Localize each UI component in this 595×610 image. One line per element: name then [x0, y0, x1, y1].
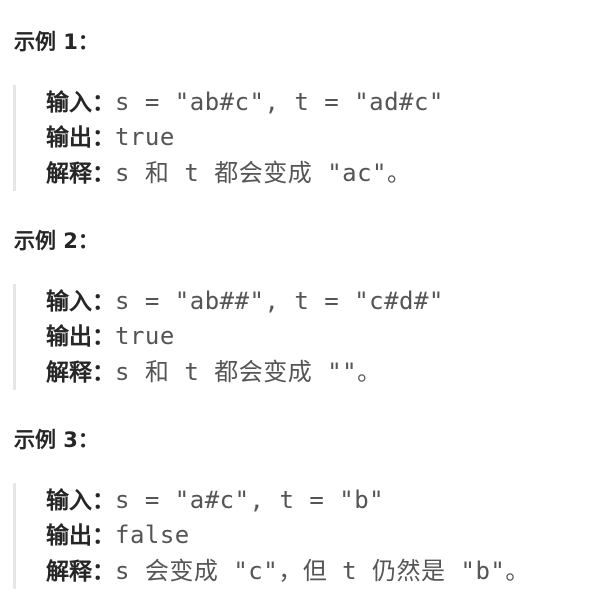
output-line: 输出：false [46, 518, 190, 552]
explanation-label: 解释： [46, 360, 115, 386]
explanation-label: 解释： [46, 559, 115, 585]
input-line: 输入：s = "ab#c", t = "ad#c" [46, 85, 444, 119]
output-line: 输出：true [46, 319, 175, 353]
input-line: 输入：s = "ab##", t = "c#d#" [46, 284, 444, 318]
output-value: true [115, 123, 175, 151]
explanation-label: 解释： [46, 161, 115, 187]
input-label: 输入： [46, 90, 115, 116]
input-value: s = "a#c", t = "b" [115, 486, 385, 514]
output-label: 输出： [46, 523, 115, 549]
explanation-value: s 和 t 都会变成 ""。 [115, 358, 382, 386]
output-value: false [115, 521, 190, 549]
input-label: 输入： [46, 488, 115, 514]
explanation-line: 解释：s 和 t 都会变成 "ac"。 [46, 156, 412, 190]
input-line: 输入：s = "a#c", t = "b" [46, 483, 384, 517]
output-label: 输出： [46, 125, 115, 151]
input-value: s = "ab#c", t = "ad#c" [115, 88, 444, 116]
explanation-line: 解释：s 会变成 "c"，但 t 仍然是 "b"。 [46, 554, 530, 588]
input-label: 输入： [46, 289, 115, 315]
output-line: 输出：true [46, 120, 175, 154]
input-value: s = "ab##", t = "c#d#" [115, 287, 444, 315]
explanation-value: s 和 t 都会变成 "ac"。 [115, 159, 412, 187]
output-value: true [115, 322, 175, 350]
example-title: 示例 3： [14, 428, 99, 452]
example-title: 示例 2： [14, 229, 99, 253]
explanation-line: 解释：s 和 t 都会变成 ""。 [46, 355, 382, 389]
example-title: 示例 1： [14, 30, 99, 54]
output-label: 输出： [46, 324, 115, 350]
example-block: 输入：s = "ab#c", t = "ad#c" 输出：true 解释：s 和… [13, 85, 576, 191]
example-block: 输入：s = "a#c", t = "b" 输出：false 解释：s 会变成 … [13, 483, 576, 589]
explanation-value: s 会变成 "c"，但 t 仍然是 "b"。 [115, 557, 530, 585]
example-block: 输入：s = "ab##", t = "c#d#" 输出：true 解释：s 和… [13, 284, 576, 390]
